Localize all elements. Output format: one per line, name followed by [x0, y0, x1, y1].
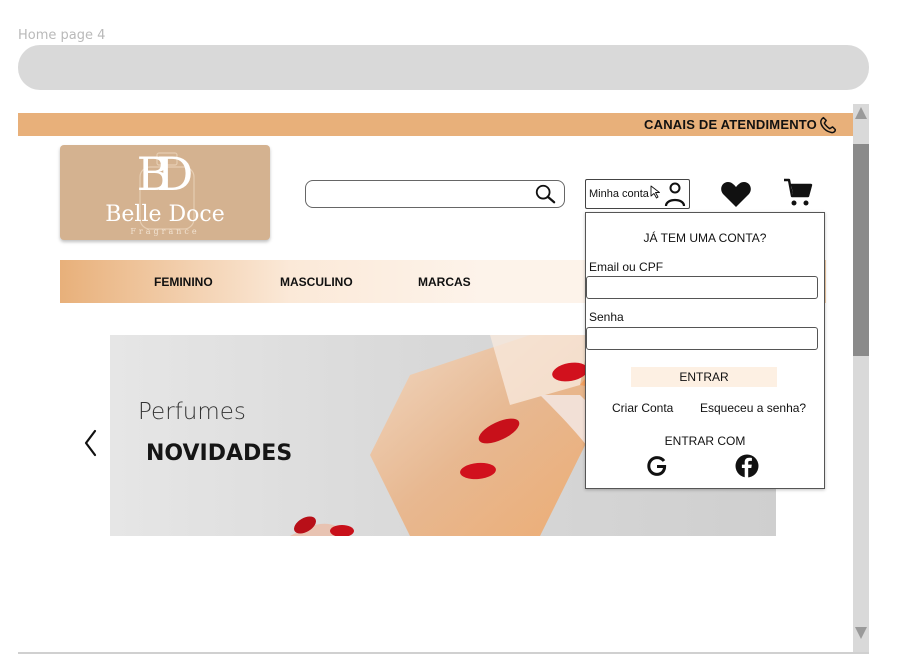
phone-icon[interactable] [817, 114, 839, 136]
nav-item-marcas[interactable]: MARCAS [418, 275, 471, 289]
logo-subtitle: Fragrance [130, 227, 200, 236]
scroll-thumb[interactable] [853, 144, 869, 356]
chevron-left-icon[interactable] [82, 428, 98, 458]
nav-item-masculino[interactable]: MASCULINO [280, 275, 353, 289]
scroll-down-arrow-icon[interactable] [854, 626, 868, 640]
frame-label: Home page 4 [18, 28, 106, 43]
logo-monogram: BD [136, 147, 194, 201]
logo-brand-name: Belle Doce [105, 202, 225, 227]
cart-icon[interactable] [782, 176, 814, 208]
user-icon [664, 182, 686, 207]
password-field[interactable] [586, 327, 818, 350]
my-account-label: Minha conta [589, 188, 649, 200]
nav-item-feminino[interactable]: FEMININO [154, 275, 213, 289]
forgot-password-link[interactable]: Esqueceu a senha? [700, 401, 806, 415]
browser-address-bar[interactable] [18, 45, 869, 90]
enter-with-label: ENTRAR COM [664, 434, 746, 448]
page-scrollbar[interactable] [853, 104, 869, 652]
my-account-button[interactable]: Minha conta [585, 179, 690, 209]
create-account-link[interactable]: Criar Conta [612, 401, 673, 415]
service-top-bar: CANAIS DE ATENDIMENTO [18, 113, 853, 136]
facebook-icon[interactable] [735, 454, 759, 478]
email-field[interactable] [586, 276, 818, 299]
page-viewport: CANAIS DE ATENDIMENTO BD Belle Doce Frag… [18, 90, 869, 654]
enter-button[interactable]: ENTRAR [631, 367, 777, 387]
search-icon[interactable] [534, 183, 556, 205]
search-input[interactable] [305, 180, 565, 208]
cursor-icon [650, 185, 660, 199]
login-title: JÁ TEM UMA CONTA? [643, 231, 767, 245]
hero-title: NOVIDADES [146, 441, 293, 466]
hero-subtitle: Perfumes [138, 399, 246, 425]
brand-logo[interactable]: BD Belle Doce Fragrance [60, 145, 270, 240]
heart-icon[interactable] [720, 180, 752, 208]
google-icon[interactable] [646, 455, 668, 477]
password-label: Senha [589, 310, 624, 324]
scroll-up-arrow-icon[interactable] [854, 106, 868, 120]
login-dropdown: JÁ TEM UMA CONTA? Email ou CPF Senha ENT… [585, 212, 825, 489]
service-channels-link[interactable]: CANAIS DE ATENDIMENTO [644, 117, 817, 132]
email-label: Email ou CPF [589, 260, 664, 274]
